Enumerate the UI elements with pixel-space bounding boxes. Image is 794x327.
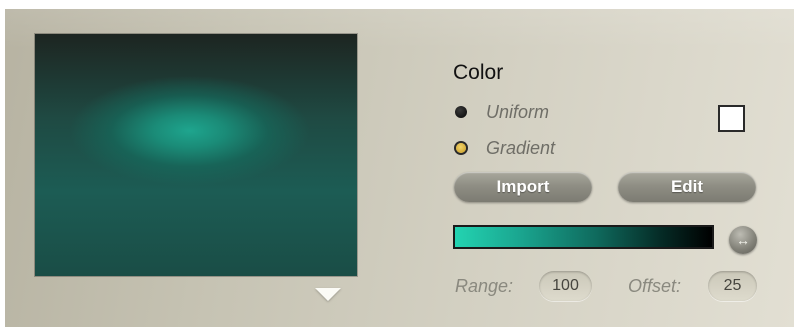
uniform-radio-label: Uniform bbox=[486, 101, 550, 122]
gradient-preview[interactable] bbox=[35, 34, 357, 276]
uniform-radio-button[interactable] bbox=[455, 106, 467, 118]
range-field[interactable]: 100 bbox=[539, 271, 592, 301]
offset-label: Offset: bbox=[628, 276, 682, 296]
range-label: Range: bbox=[455, 276, 514, 296]
offset-field[interactable]: 25 bbox=[708, 271, 757, 301]
color-section-title: Color bbox=[453, 61, 504, 84]
gradient-bar[interactable] bbox=[453, 225, 714, 249]
gradient-radio-label: Gradient bbox=[486, 137, 556, 158]
swap-gradient-icon[interactable]: ↔ bbox=[729, 226, 757, 254]
gradient-radio-button[interactable] bbox=[456, 143, 466, 153]
preset-dropdown-arrow-icon[interactable] bbox=[315, 288, 341, 301]
edit-button[interactable]: Edit bbox=[618, 172, 756, 202]
gradient-radio-option[interactable]: Gradient bbox=[453, 136, 555, 160]
uniform-color-swatch[interactable] bbox=[718, 105, 745, 132]
import-button[interactable]: Import bbox=[454, 172, 592, 202]
uniform-radio-option[interactable]: Uniform bbox=[453, 100, 549, 124]
